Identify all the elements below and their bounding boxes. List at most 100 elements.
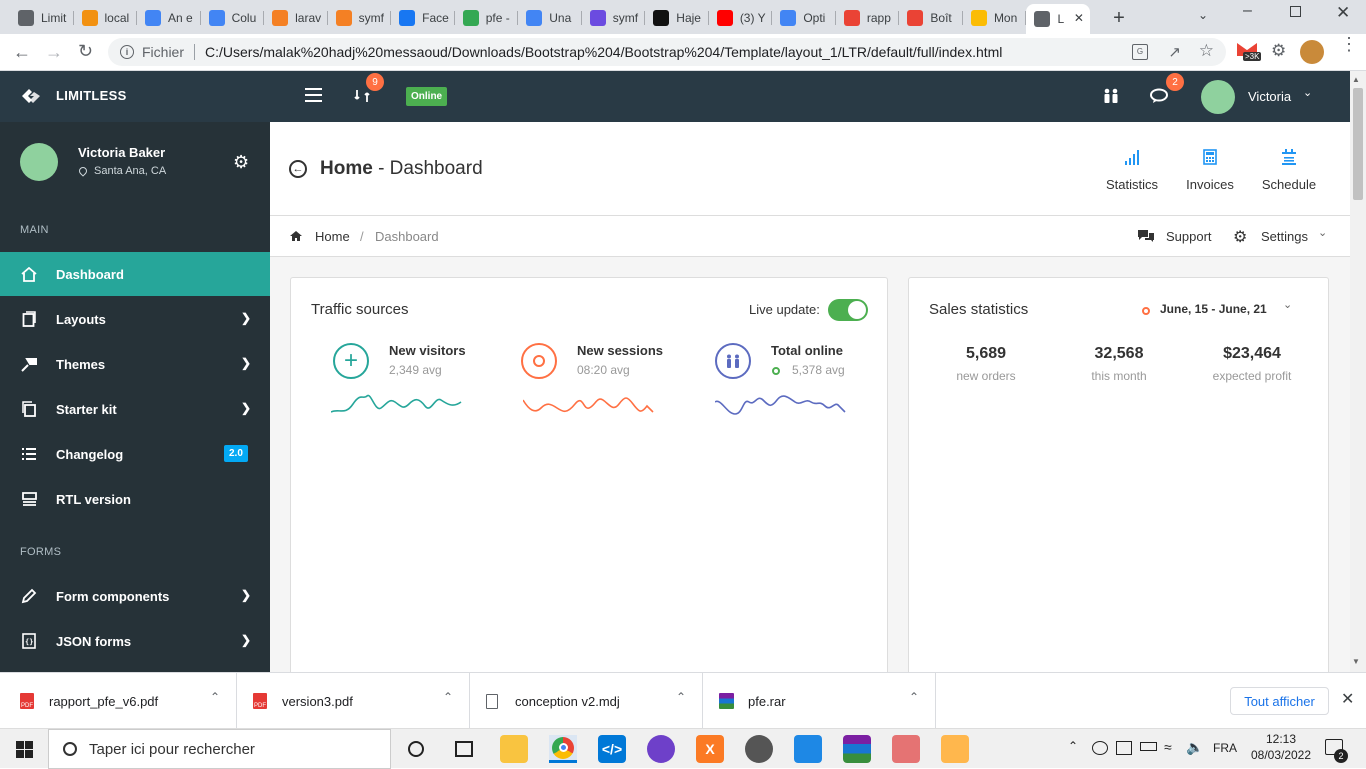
- sidebar-item-rtl-version[interactable]: RTL version: [0, 477, 270, 521]
- chevron-up-icon[interactable]: ⌃: [909, 690, 919, 704]
- github-desktop-icon[interactable]: [647, 735, 675, 763]
- address-bar[interactable]: i Fichier C:/Users/malak%20hadj%20messao…: [108, 38, 1226, 66]
- sidebar-item-changelog[interactable]: Changelog 2.0: [0, 432, 270, 476]
- cortana-circle-icon[interactable]: [408, 741, 424, 757]
- paint-app-icon[interactable]: [892, 735, 920, 763]
- media-player-icon[interactable]: [745, 735, 773, 763]
- breadcrumb-home-icon[interactable]: [290, 230, 302, 242]
- sidebar-user-name[interactable]: Victoria Baker: [78, 145, 165, 160]
- taskbar-clock[interactable]: 12:13 08/03/2022: [1250, 732, 1312, 762]
- translate-icon[interactable]: G: [1132, 44, 1148, 60]
- git-compare-icon[interactable]: [354, 88, 370, 104]
- browser-tab[interactable]: Face: [391, 4, 455, 32]
- system-tray-chevron-icon[interactable]: ⌃: [1068, 739, 1078, 753]
- browser-tab[interactable]: Opti: [772, 4, 836, 32]
- url-text[interactable]: C:/Users/malak%20hadj%20messaoud/Downloa…: [205, 44, 1002, 60]
- brand-name[interactable]: LIMITLESS: [56, 88, 127, 103]
- people-icon[interactable]: [1102, 88, 1120, 104]
- user-settings-gear-icon[interactable]: ⚙: [233, 152, 249, 173]
- navbar-user-avatar[interactable]: [1201, 80, 1235, 114]
- header-action-statistics[interactable]: Statistics: [1105, 149, 1159, 192]
- download-item[interactable]: conception v2.mdj ⌃: [470, 673, 703, 729]
- download-item[interactable]: pfe.rar ⌃: [703, 673, 936, 729]
- navbar-user-name[interactable]: Victoria: [1248, 89, 1291, 104]
- header-action-invoices[interactable]: Invoices: [1182, 149, 1238, 192]
- settings-dropdown[interactable]: Settings: [1261, 229, 1308, 244]
- header-action-schedule[interactable]: Schedule: [1259, 149, 1319, 192]
- date-range-dropdown[interactable]: June, 15 - June, 21: [1160, 302, 1267, 316]
- browser-tab[interactable]: Limit: [10, 4, 74, 32]
- chevron-up-icon[interactable]: ⌃: [210, 690, 220, 704]
- user-dropdown-chevron-icon[interactable]: ⌄: [1303, 86, 1312, 99]
- video-editor-icon[interactable]: [794, 735, 822, 763]
- close-tab-icon[interactable]: ✕: [1074, 11, 1084, 25]
- browser-tab[interactable]: symf: [328, 4, 392, 32]
- winrar-icon[interactable]: [843, 735, 871, 763]
- scrollbar-thumb[interactable]: [1353, 88, 1363, 200]
- close-window-button[interactable]: ✕: [1336, 3, 1350, 23]
- browser-tab[interactable]: An e: [137, 4, 201, 32]
- browser-tab[interactable]: local: [74, 4, 138, 32]
- sidebar-item-form-components[interactable]: Form components ❯: [0, 574, 270, 618]
- date-range-chevron-down-icon[interactable]: ⌄: [1283, 298, 1292, 311]
- windows-start-icon[interactable]: [16, 741, 33, 758]
- browser-menu-icon[interactable]: ⋮: [1340, 35, 1358, 53]
- close-downloads-icon[interactable]: ✕: [1341, 689, 1354, 709]
- app-tray-icon[interactable]: [1116, 741, 1132, 755]
- sidebar-item-dashboard[interactable]: Dashboard: [0, 252, 270, 296]
- gmail-extension-icon[interactable]: >3K: [1237, 43, 1262, 61]
- breadcrumb-home[interactable]: Home: [315, 229, 350, 244]
- browser-tab[interactable]: L ✕: [1026, 4, 1090, 34]
- back-arrow-icon[interactable]: ←: [13, 42, 31, 63]
- browser-tab[interactable]: Una: [518, 4, 582, 32]
- live-update-toggle[interactable]: [828, 299, 868, 321]
- reload-icon[interactable]: ↻: [78, 41, 93, 62]
- vscode-icon[interactable]: </>: [598, 735, 626, 763]
- download-item[interactable]: PDF rapport_pfe_v6.pdf ⌃: [4, 673, 237, 729]
- browser-tab[interactable]: Haje: [645, 4, 709, 32]
- forward-arrow-icon[interactable]: →: [45, 42, 63, 63]
- back-circle-arrow-icon[interactable]: ←: [289, 160, 307, 178]
- browser-tab[interactable]: pfe -: [455, 4, 519, 32]
- wifi-icon[interactable]: ≈: [1164, 739, 1172, 755]
- browser-tab[interactable]: Colu: [201, 4, 265, 32]
- chat-bubbles-icon[interactable]: [1150, 88, 1170, 105]
- browser-tab[interactable]: larav: [264, 4, 328, 32]
- browser-tab[interactable]: Boît: [899, 4, 963, 32]
- settings-chevron-down-icon[interactable]: ⌄: [1318, 226, 1327, 239]
- input-language[interactable]: FRA: [1213, 741, 1237, 755]
- restore-window-button[interactable]: [1290, 6, 1301, 17]
- sidebar-item-starter-kit[interactable]: Starter kit ❯: [0, 387, 270, 431]
- share-icon[interactable]: ↗: [1168, 43, 1181, 61]
- extensions-puzzle-icon[interactable]: ⚙: [1271, 41, 1286, 61]
- support-comments-icon[interactable]: [1138, 229, 1154, 243]
- sidebar-item-layouts[interactable]: Layouts ❯: [0, 297, 270, 341]
- chevron-up-icon[interactable]: ⌃: [443, 690, 453, 704]
- chevron-up-icon[interactable]: ⌃: [676, 690, 686, 704]
- battery-icon[interactable]: [1140, 742, 1157, 751]
- sidebar-item-json-forms[interactable]: {} JSON forms ❯: [0, 619, 270, 663]
- browser-tab[interactable]: Mon: [963, 4, 1027, 32]
- file-explorer-icon[interactable]: [500, 735, 528, 763]
- download-item[interactable]: PDF version3.pdf ⌃: [237, 673, 470, 729]
- paint3d-app-icon[interactable]: [941, 735, 969, 763]
- taskbar-search-box[interactable]: Taper ici pour rechercher: [48, 729, 391, 769]
- bookmark-star-icon[interactable]: ☆: [1199, 41, 1214, 61]
- hamburger-menu-icon[interactable]: [305, 88, 322, 102]
- sidebar-user-avatar[interactable]: [20, 143, 58, 181]
- volume-icon[interactable]: 🔈: [1186, 739, 1203, 756]
- support-link[interactable]: Support: [1166, 229, 1212, 244]
- network-icon[interactable]: [1092, 741, 1108, 755]
- show-all-downloads-button[interactable]: Tout afficher: [1230, 687, 1329, 715]
- browser-tab[interactable]: symf: [582, 4, 646, 32]
- sidebar-item-themes[interactable]: Themes ❯: [0, 342, 270, 386]
- tab-search-chevron-icon[interactable]: ⌄: [1198, 8, 1208, 22]
- page-scrollbar[interactable]: ▲ ▼: [1350, 71, 1366, 672]
- xampp-icon[interactable]: X: [696, 735, 724, 763]
- minimize-window-button[interactable]: –: [1243, 2, 1252, 20]
- limitless-logo-icon[interactable]: [20, 87, 42, 105]
- chrome-taskbar-icon[interactable]: [549, 735, 577, 763]
- settings-gear-icon[interactable]: ⚙: [1233, 227, 1247, 247]
- new-tab-button[interactable]: +: [1105, 6, 1133, 30]
- task-view-icon[interactable]: [455, 741, 473, 757]
